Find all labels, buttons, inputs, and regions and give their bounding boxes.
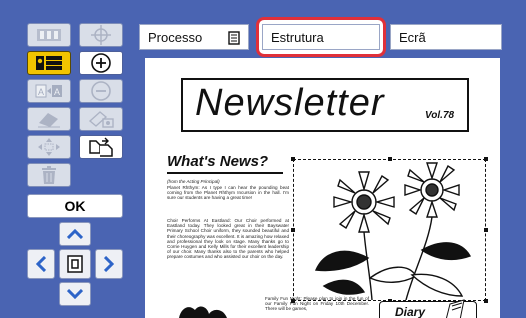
article-choir: Choir Performs At Eastland: Our Choir pe… (167, 218, 289, 260)
copy-area-button[interactable] (79, 135, 123, 159)
svg-text:A: A (38, 87, 44, 97)
right-arrow-icon (104, 256, 114, 272)
up-arrow-icon (67, 229, 83, 239)
article-family-fun: Family Fun Night: Please plan to join in… (265, 296, 369, 312)
whats-news-heading: What's News? (167, 153, 269, 170)
image-selection-frame[interactable] (293, 159, 486, 301)
copy-area-icon (89, 137, 113, 157)
document-icon (228, 31, 240, 45)
zoom-in-icon (91, 53, 111, 73)
ok-label: OK (64, 198, 86, 214)
eraser-button[interactable] (27, 107, 71, 131)
pan-arrows-button[interactable] (27, 135, 71, 159)
diary-clipart (445, 299, 465, 318)
nav-left-button[interactable] (27, 249, 55, 279)
fit-page-icon (37, 29, 61, 41)
nav-page-button[interactable] (59, 249, 91, 279)
tab-ecra-label: Ecrã (399, 29, 426, 45)
selection-handle[interactable] (291, 157, 295, 161)
selection-handle[interactable] (291, 228, 295, 232)
move-crosshair-icon (91, 25, 111, 45)
ok-button[interactable]: OK (27, 194, 123, 218)
selection-handle[interactable] (484, 228, 488, 232)
diary-label: Diary (395, 305, 426, 318)
newsletter-title: Newsletter (195, 82, 385, 124)
trash-button[interactable] (27, 163, 71, 187)
page-compare-icon: A A (35, 84, 62, 98)
down-arrow-icon (67, 289, 83, 299)
page-icon (67, 255, 83, 273)
sunflower-image (314, 162, 472, 300)
page-compare-button[interactable]: A A (27, 79, 71, 103)
zoom-out-icon (91, 81, 111, 101)
tab-processo[interactable]: Processo (139, 24, 249, 50)
fill-area-icon (88, 111, 114, 128)
fill-area-button[interactable] (79, 107, 123, 131)
heading-rule (167, 172, 283, 174)
tool-panel: A A OK (23, 16, 129, 314)
left-arrow-icon (36, 256, 46, 272)
page-preview[interactable]: Newsletter Vol.78 What's News? (from the… (145, 58, 500, 318)
zoom-in-button[interactable] (79, 51, 123, 75)
volume-label: Vol.78 (425, 110, 455, 121)
selection-handle[interactable] (484, 299, 488, 303)
layout-columns-icon (36, 56, 62, 70)
pan-arrows-icon (38, 138, 60, 156)
tab-estrutura-label: Estrutura (271, 29, 324, 45)
zoom-out-button[interactable] (79, 79, 123, 103)
article-planet-rhthym: Planet Rhthym: As I type I can hear the … (167, 185, 289, 201)
nav-right-button[interactable] (95, 249, 123, 279)
source-note: (from the Acting Principal) (167, 179, 220, 184)
nav-down-button[interactable] (59, 282, 91, 306)
selection-handle[interactable] (484, 157, 488, 161)
move-crosshair-button[interactable] (79, 23, 123, 47)
selection-handle[interactable] (388, 157, 392, 161)
tab-processo-label: Processo (148, 29, 203, 45)
tab-ecra[interactable]: Ecrã (390, 24, 502, 50)
nav-up-button[interactable] (59, 222, 91, 246)
fit-page-button[interactable] (27, 23, 71, 47)
children-clipart (179, 306, 227, 318)
tab-estrutura[interactable]: Estrutura (262, 24, 380, 50)
svg-text:A: A (54, 87, 60, 97)
eraser-icon (38, 113, 60, 128)
trash-icon (42, 166, 56, 184)
layout-columns-button[interactable] (27, 51, 71, 75)
